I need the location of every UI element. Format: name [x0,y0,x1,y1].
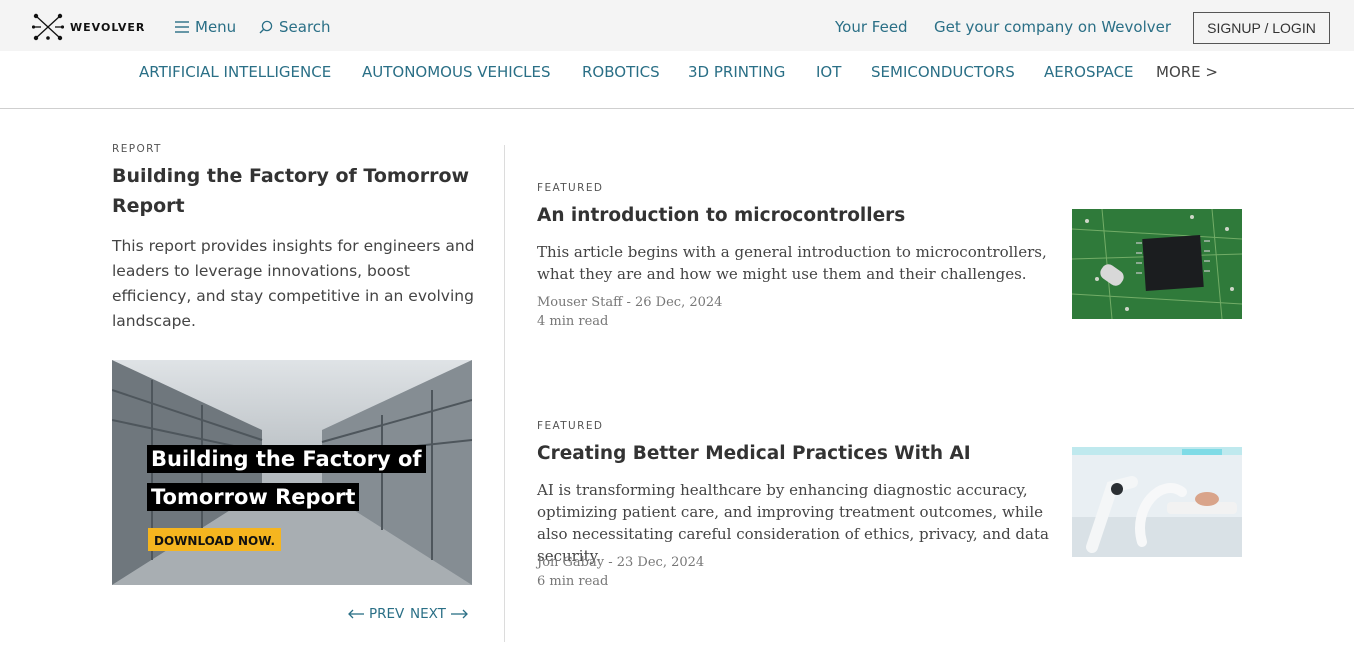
category-more[interactable]: MORE > [1156,63,1218,81]
category-nav: ARTIFICIAL INTELLIGENCE AUTONOMOUS VEHIC… [0,51,1354,109]
signup-login-button[interactable]: SIGNUP / LOGIN [1193,12,1330,44]
banner-line2-box: Tomorrow Report [147,483,360,511]
search-icon [259,20,273,34]
report-banner-image[interactable]: Building the Factory of Tomorrow Report … [112,360,472,585]
category-aerospace[interactable]: AEROSPACE [1044,63,1134,81]
report-title[interactable]: Building the Factory of Tomorrow Report [112,161,472,221]
menu-label: Menu [195,18,237,36]
next-button[interactable]: NEXT [410,606,469,622]
article-thumbnail[interactable] [1072,209,1242,319]
search-label: Search [279,18,331,36]
prev-button[interactable]: PREV [348,606,404,622]
logo-text: WEVOLVER [70,20,146,34]
microcontroller-chip-icon [1072,209,1242,319]
article-read-time: 6 min read [537,574,609,589]
article-description: This article begins with a general intro… [537,243,1047,283]
article-title[interactable]: Creating Better Medical Practices With A… [537,443,971,464]
article-byline: Mouser Staff - 26 Dec, 2024 [537,295,723,310]
category-semiconductors[interactable]: SEMICONDUCTORS [871,63,1015,81]
your-feed-link[interactable]: Your Feed [835,18,908,36]
medical-robot-icon [1072,447,1242,557]
prev-label: PREV [369,606,405,622]
article-byline: Jon Gabay - 23 Dec, 2024 [537,555,705,570]
category-robotics[interactable]: ROBOTICS [582,63,660,81]
featured-eyebrow: FEATURED [537,420,604,432]
next-label: NEXT [410,606,446,622]
banner-line1: Building the Factory of [151,447,422,471]
article-read-time: 4 min read [537,314,609,329]
download-now-label: DOWNLOAD NOW. [154,534,276,548]
featured-eyebrow: FEATURED [537,182,604,194]
report-description: This report provides insights for engine… [112,237,475,330]
column-divider [504,145,505,642]
report-eyebrow: REPORT [112,143,162,155]
get-company-link[interactable]: Get your company on Wevolver [934,18,1171,36]
wevolver-logo-icon [32,13,64,41]
arrow-right-icon [450,609,468,619]
category-3d-printing[interactable]: 3D PRINTING [688,63,785,81]
download-now-cta[interactable]: DOWNLOAD NOW. [148,528,282,551]
article-title[interactable]: An introduction to microcontrollers [537,205,905,226]
hamburger-icon [175,21,189,33]
wevolver-logo[interactable]: WEVOLVER [32,13,145,41]
article-thumbnail[interactable] [1072,447,1242,557]
top-header: WEVOLVER Menu Search Your Feed Get your … [0,0,1354,51]
category-autonomous-vehicles[interactable]: AUTONOMOUS VEHICLES [362,63,551,81]
search-button[interactable]: Search [259,18,331,36]
category-iot[interactable]: IOT [816,63,841,81]
menu-button[interactable]: Menu [175,18,236,36]
banner-line1-box: Building the Factory of [147,445,426,473]
category-artificial-intelligence[interactable]: ARTIFICIAL INTELLIGENCE [139,63,331,81]
banner-line2: Tomorrow Report [151,485,356,509]
arrow-left-icon [348,609,364,619]
